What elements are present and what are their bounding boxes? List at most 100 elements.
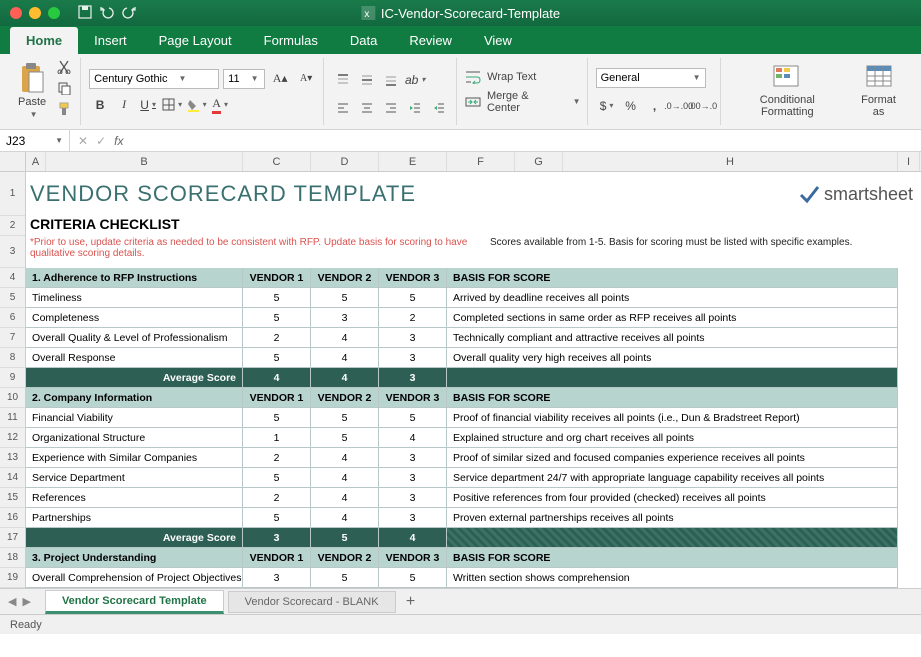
basis-cell[interactable]: Service department 24/7 with appropriate… xyxy=(447,468,898,487)
tab-formulas[interactable]: Formulas xyxy=(248,27,334,54)
tab-home[interactable]: Home xyxy=(10,27,78,54)
col-header[interactable]: F xyxy=(447,152,515,171)
accept-formula-icon[interactable]: ✓ xyxy=(96,134,106,148)
underline-button[interactable]: U▾ xyxy=(137,95,159,115)
basis-cell[interactable]: Proof of similar sized and focused compa… xyxy=(447,448,898,467)
col-header[interactable]: D xyxy=(311,152,379,171)
criteria-cell[interactable]: Organizational Structure xyxy=(26,428,243,447)
score-cell[interactable]: 3 xyxy=(379,348,447,367)
score-cell[interactable]: 4 xyxy=(311,348,379,367)
score-cell[interactable]: 5 xyxy=(379,568,447,587)
row-header[interactable]: 7 xyxy=(0,328,25,348)
basis-cell[interactable]: Arrived by deadline receives all points xyxy=(447,288,898,307)
row-header[interactable]: 6 xyxy=(0,308,25,328)
merge-center-button[interactable]: Merge & Center▼ xyxy=(465,90,580,114)
align-left-icon[interactable] xyxy=(332,98,354,118)
col-header[interactable]: G xyxy=(515,152,563,171)
tab-review[interactable]: Review xyxy=(393,27,468,54)
paste-button[interactable]: Paste▼ xyxy=(14,58,50,123)
criteria-cell[interactable]: References xyxy=(26,488,243,507)
italic-button[interactable]: I xyxy=(113,95,135,115)
basis-cell[interactable]: Explained structure and org chart receiv… xyxy=(447,428,898,447)
format-as-table-button[interactable]: Format as xyxy=(850,58,907,122)
criteria-cell[interactable]: Completeness xyxy=(26,308,243,327)
criteria-cell[interactable]: Timeliness xyxy=(26,288,243,307)
comma-icon[interactable]: , xyxy=(644,96,666,116)
score-cell[interactable]: 3 xyxy=(379,328,447,347)
row-header[interactable]: 9 xyxy=(0,368,25,388)
score-cell[interactable]: 3 xyxy=(243,568,311,587)
score-cell[interactable]: 3 xyxy=(311,308,379,327)
close-window-icon[interactable] xyxy=(10,7,22,19)
score-cell[interactable]: 5 xyxy=(243,308,311,327)
align-top-icon[interactable] xyxy=(332,70,354,90)
score-cell[interactable]: 5 xyxy=(311,428,379,447)
basis-cell[interactable]: Written section shows comprehension xyxy=(447,568,898,587)
currency-icon[interactable]: $▾ xyxy=(596,96,618,116)
score-cell[interactable]: 2 xyxy=(243,488,311,507)
zoom-window-icon[interactable] xyxy=(48,7,60,19)
number-format-select[interactable]: General▼ xyxy=(596,68,706,88)
row-header[interactable]: 11 xyxy=(0,408,25,428)
score-cell[interactable]: 4 xyxy=(379,428,447,447)
bold-button[interactable]: B xyxy=(89,95,111,115)
basis-cell[interactable]: Proof of financial viability receives al… xyxy=(447,408,898,427)
score-cell[interactable]: 3 xyxy=(379,488,447,507)
add-sheet-button[interactable]: + xyxy=(400,591,422,613)
percent-icon[interactable]: % xyxy=(620,96,642,116)
fill-color-button[interactable]: ▾ xyxy=(185,95,207,115)
criteria-cell[interactable]: Overall Quality & Level of Professionali… xyxy=(26,328,243,347)
col-header[interactable]: A xyxy=(26,152,46,171)
score-cell[interactable]: 5 xyxy=(243,288,311,307)
conditional-formatting-button[interactable]: Conditional Formatting xyxy=(729,58,846,122)
row-header[interactable]: 15 xyxy=(0,488,25,508)
minimize-window-icon[interactable] xyxy=(29,7,41,19)
tab-insert[interactable]: Insert xyxy=(78,27,143,54)
increase-indent-icon[interactable] xyxy=(428,98,450,118)
row-header[interactable]: 2 xyxy=(0,216,25,236)
score-cell[interactable]: 3 xyxy=(379,448,447,467)
copy-icon[interactable] xyxy=(54,79,74,97)
orientation-icon[interactable]: ab▾ xyxy=(404,70,426,90)
score-cell[interactable]: 4 xyxy=(311,488,379,507)
row-header[interactable]: 14 xyxy=(0,468,25,488)
row-header[interactable]: 18 xyxy=(0,548,25,568)
score-cell[interactable]: 4 xyxy=(311,448,379,467)
score-cell[interactable]: 4 xyxy=(311,328,379,347)
formula-input[interactable] xyxy=(131,130,921,151)
score-cell[interactable]: 5 xyxy=(243,468,311,487)
score-cell[interactable]: 2 xyxy=(243,448,311,467)
tab-page-layout[interactable]: Page Layout xyxy=(143,27,248,54)
decrease-decimal-icon[interactable]: .00→.0 xyxy=(692,96,714,116)
col-header[interactable]: C xyxy=(243,152,311,171)
score-cell[interactable]: 2 xyxy=(243,328,311,347)
font-size-select[interactable]: 11▼ xyxy=(223,69,265,89)
align-bottom-icon[interactable] xyxy=(380,70,402,90)
tab-view[interactable]: View xyxy=(468,27,528,54)
basis-cell[interactable]: Positive references from four provided (… xyxy=(447,488,898,507)
increase-decimal-icon[interactable]: .0→.00 xyxy=(668,96,690,116)
criteria-cell[interactable]: Financial Viability xyxy=(26,408,243,427)
score-cell[interactable]: 1 xyxy=(243,428,311,447)
name-box[interactable]: J23▼ xyxy=(0,130,70,151)
row-header[interactable]: 10 xyxy=(0,388,25,408)
criteria-cell[interactable]: Service Department xyxy=(26,468,243,487)
col-header[interactable]: H xyxy=(563,152,898,171)
score-cell[interactable]: 5 xyxy=(311,568,379,587)
decrease-indent-icon[interactable] xyxy=(404,98,426,118)
sheet-nav-next-icon[interactable]: ▶ xyxy=(22,595,30,608)
row-header[interactable]: 19 xyxy=(0,568,25,588)
row-header[interactable]: 3 xyxy=(0,236,25,268)
criteria-cell[interactable]: Overall Comprehension of Project Objecti… xyxy=(26,568,243,587)
tab-data[interactable]: Data xyxy=(334,27,393,54)
row-header[interactable]: 13 xyxy=(0,448,25,468)
wrap-text-button[interactable]: Wrap Text xyxy=(465,70,536,84)
row-header[interactable]: 8 xyxy=(0,348,25,368)
format-painter-icon[interactable] xyxy=(54,100,74,118)
align-center-icon[interactable] xyxy=(356,98,378,118)
align-right-icon[interactable] xyxy=(380,98,402,118)
row-header[interactable]: 16 xyxy=(0,508,25,528)
score-cell[interactable]: 4 xyxy=(311,508,379,527)
score-cell[interactable]: 5 xyxy=(379,288,447,307)
basis-cell[interactable]: Overall quality very high receives all p… xyxy=(447,348,898,367)
